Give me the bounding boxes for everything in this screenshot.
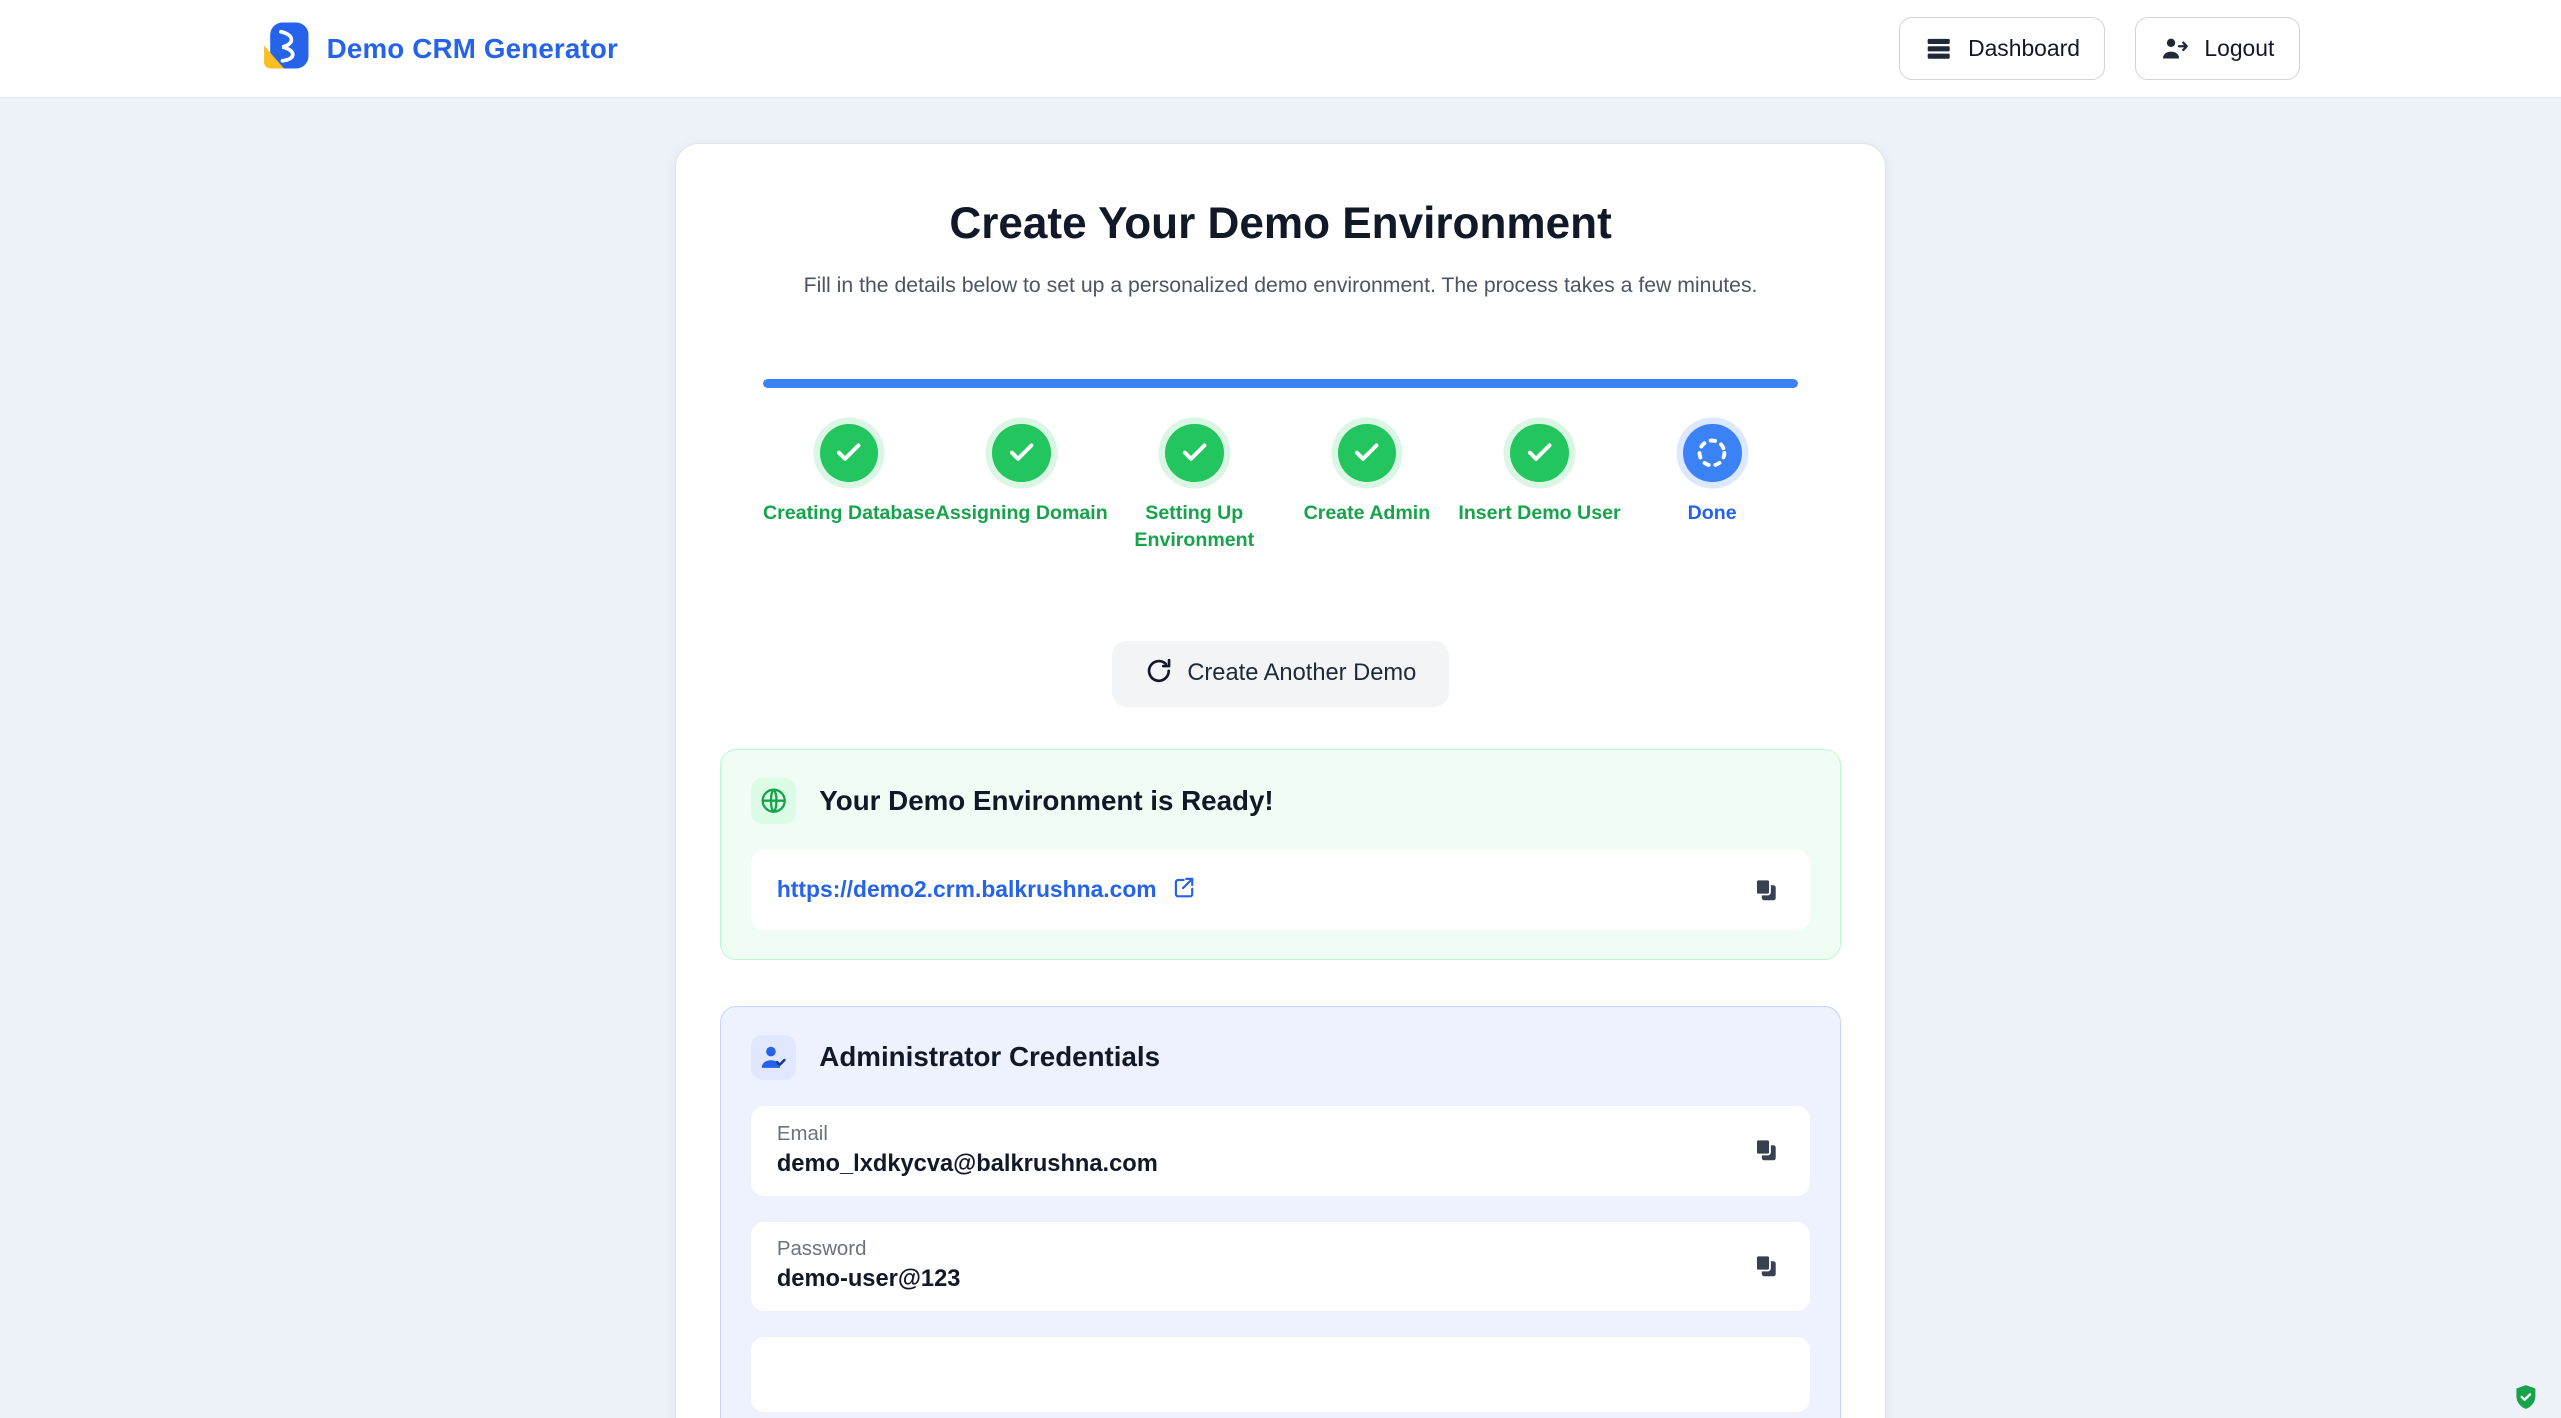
steps-row: Creating Database Assigning Domain Setti… — [763, 424, 1799, 554]
step-create-admin: Create Admin — [1281, 424, 1454, 554]
logout-button[interactable]: Logout — [2135, 17, 2300, 79]
step-creating-database: Creating Database — [763, 424, 936, 554]
password-label: Password — [777, 1238, 961, 1261]
check-circle-icon — [1338, 424, 1397, 483]
page: Demo CRM Generator Dashboard — [0, 0, 2561, 1418]
check-circle-icon — [1510, 424, 1569, 483]
step-label: Setting Up Environment — [1119, 500, 1269, 553]
ready-panel: Your Demo Environment is Ready! https://… — [720, 749, 1841, 960]
step-label: Assigning Domain — [936, 500, 1108, 526]
step-insert-demo-user: Insert Demo User — [1453, 424, 1626, 554]
spinner-icon — [1683, 424, 1742, 483]
logout-icon — [2160, 34, 2189, 63]
check-circle-icon — [1165, 424, 1224, 483]
demo-url-link[interactable]: https://demo2.crm.balkrushna.com — [777, 874, 1198, 906]
ready-panel-title: Your Demo Environment is Ready! — [819, 785, 1273, 817]
main-content: Create Your Demo Environment Fill in the… — [0, 98, 2561, 1418]
demo-url-text: https://demo2.crm.balkrushna.com — [777, 876, 1157, 903]
check-circle-icon — [820, 424, 879, 483]
refresh-icon — [1145, 657, 1173, 692]
credentials-panel: Administrator Credentials Email demo_lxd… — [720, 1006, 1841, 1418]
password-value: demo-user@123 — [777, 1266, 961, 1293]
credentials-panel-title: Administrator Credentials — [819, 1041, 1160, 1073]
credential-row-email: Email demo_lxdkycva@balkrushna.com — [751, 1106, 1811, 1195]
step-label: Done — [1688, 500, 1737, 526]
progress-bar — [763, 379, 1799, 387]
navbar: Demo CRM Generator Dashboard — [0, 0, 2561, 98]
step-assigning-domain: Assigning Domain — [935, 424, 1108, 554]
dashboard-icon — [1924, 34, 1953, 63]
brand[interactable]: Demo CRM Generator — [261, 21, 618, 77]
email-label: Email — [777, 1123, 1158, 1146]
page-subtitle: Fill in the details below to set up a pe… — [774, 274, 1787, 298]
logout-label: Logout — [2204, 35, 2274, 62]
check-circle-icon — [992, 424, 1051, 483]
dashboard-button[interactable]: Dashboard — [1899, 17, 2106, 79]
copy-url-button[interactable] — [1747, 871, 1785, 909]
external-link-icon — [1171, 874, 1197, 906]
page-title: Create Your Demo Environment — [720, 199, 1841, 249]
brand-title: Demo CRM Generator — [327, 33, 618, 65]
admin-user-icon — [751, 1035, 797, 1081]
demo-generator-card: Create Your Demo Environment Fill in the… — [676, 144, 1885, 1418]
credential-row-password: Password demo-user@123 — [751, 1222, 1811, 1311]
step-setting-up-environment: Setting Up Environment — [1108, 424, 1281, 554]
step-label: Create Admin — [1304, 500, 1431, 526]
nav-actions: Dashboard Logout — [1899, 17, 2300, 79]
globe-icon — [751, 778, 797, 824]
demo-url-row: https://demo2.crm.balkrushna.com — [751, 850, 1811, 930]
create-another-demo-button[interactable]: Create Another Demo — [1112, 641, 1449, 706]
dashboard-label: Dashboard — [1968, 35, 2080, 62]
copy-password-button[interactable] — [1747, 1247, 1785, 1285]
copy-email-button[interactable] — [1747, 1131, 1785, 1169]
shield-icon[interactable] — [2512, 1383, 2540, 1411]
progress-fill — [763, 379, 1799, 387]
app-logo-icon — [261, 21, 310, 77]
step-label: Insert Demo User — [1458, 500, 1620, 526]
credential-row-partial — [751, 1337, 1811, 1412]
email-value: demo_lxdkycva@balkrushna.com — [777, 1151, 1158, 1178]
step-label: Creating Database — [763, 500, 935, 526]
step-done: Done — [1626, 424, 1799, 554]
create-another-demo-label: Create Another Demo — [1187, 660, 1416, 687]
